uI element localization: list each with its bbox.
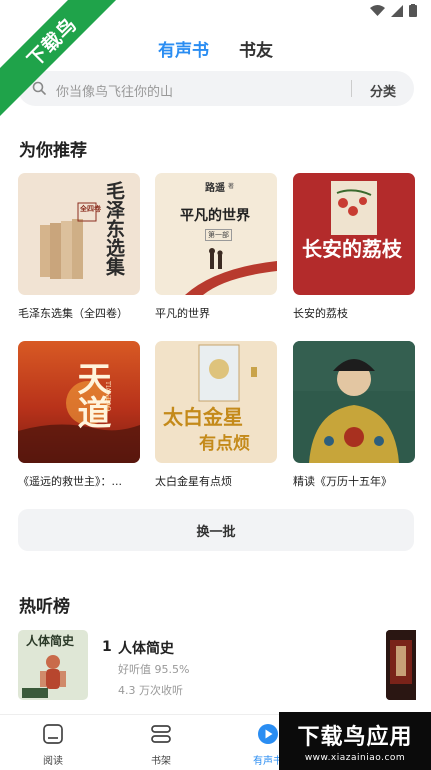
watermark-url: www.xiazainiao.com xyxy=(304,753,406,763)
book-cover-title-bottom: 有点烦 xyxy=(199,434,250,454)
anatomy-figure-icon xyxy=(22,655,66,698)
book-cover-subtitle: TIANDAO xyxy=(104,381,111,412)
book-title: 《遥远的救世主》：... xyxy=(18,475,122,488)
top-tabs: 有声书 书友 xyxy=(0,36,431,61)
book-cover-title-top: 太白金星 xyxy=(163,405,243,429)
nav-label: 阅读 xyxy=(43,756,63,767)
status-icons xyxy=(370,4,417,17)
category-button[interactable]: 分类 xyxy=(370,81,396,100)
search-bar[interactable]: 你当像鸟飞往你的山 分类 xyxy=(18,71,414,106)
play-circle-icon xyxy=(258,724,278,744)
tab-audiobook[interactable]: 有声书 xyxy=(158,36,209,61)
book-title: 长安的荔枝 xyxy=(293,307,348,320)
wifi-icon xyxy=(370,4,385,16)
book-card[interactable]: 天道 TIANDAO 《遥远的救世主》：... xyxy=(18,341,140,489)
emperor-portrait-icon xyxy=(293,341,415,463)
book-cover: 长安的荔枝 xyxy=(293,173,415,295)
book-cover: 路遥 著 平凡的世界 第一部 xyxy=(155,173,277,295)
recommend-section-title: 为你推荐 xyxy=(19,141,87,161)
read-icon xyxy=(43,724,63,744)
hot-section-title: 热听榜 xyxy=(19,597,70,617)
book-card[interactable]: 长安的荔枝 长安的荔枝 xyxy=(293,173,415,321)
book-card[interactable]: 全四卷 毛泽东选集 毛泽东选集（全四卷） xyxy=(18,173,140,321)
book-title: 精读《万历十五年》 xyxy=(293,475,392,488)
refresh-batch-button[interactable]: 换一批 xyxy=(18,509,414,551)
book-cover: 全四卷 毛泽东选集 xyxy=(18,173,140,295)
book-title: 太白金星有点烦 xyxy=(155,475,232,488)
book-card[interactable]: 路遥 著 平凡的世界 第一部 平凡的世界 xyxy=(155,173,277,321)
book-title: 平凡的世界 xyxy=(155,307,210,320)
search-input[interactable]: 你当像鸟飞往你的山 xyxy=(56,81,173,100)
next-cover-art-icon xyxy=(386,630,416,700)
tab-book-friends[interactable]: 书友 xyxy=(239,36,273,61)
rank-title: 人体简史 xyxy=(118,641,174,657)
book-card[interactable]: 太白金星 有点烦 太白金星有点烦 xyxy=(155,341,277,489)
next-rank-cover-peek[interactable] xyxy=(386,630,416,700)
book-cover: 天道 TIANDAO xyxy=(18,341,140,463)
nav-label: 书架 xyxy=(151,756,171,767)
battery-icon xyxy=(409,4,417,17)
status-bar xyxy=(0,0,431,22)
search-icon xyxy=(32,81,46,95)
book-cover-title: 天道 xyxy=(71,361,111,429)
watermark-bottom: 下载鸟应用 www.xiazainiao.com xyxy=(279,712,431,770)
book-cover-title: 毛泽东选集 xyxy=(103,181,125,276)
rank-plays: 4.3 万次收听 xyxy=(118,684,183,697)
search-divider xyxy=(351,80,352,97)
book-cover xyxy=(293,341,415,463)
rank-cover: 人体简史 xyxy=(18,630,88,700)
rank-item[interactable]: 人体简史 1 人体简史 好听值 95.5% 4.3 万次收听 xyxy=(18,630,416,700)
watermark-brand: 下载鸟应用 xyxy=(297,725,413,750)
bookshelf-icon xyxy=(151,725,171,743)
nav-item-bookshelf[interactable]: 书架 xyxy=(131,723,191,767)
book-cover: 太白金星 有点烦 xyxy=(155,341,277,463)
book-card[interactable]: 精读《万历十五年》 xyxy=(293,341,415,489)
book-cover-title: 长安的荔枝 xyxy=(302,237,402,261)
rank-rating: 好听值 95.5% xyxy=(118,663,190,676)
nav-item-read[interactable]: 阅读 xyxy=(23,723,83,767)
signal-icon xyxy=(391,4,403,17)
book-title: 毛泽东选集（全四卷） xyxy=(18,307,128,320)
rank-number: 1 xyxy=(102,639,112,655)
road-figures-icon xyxy=(185,248,277,295)
